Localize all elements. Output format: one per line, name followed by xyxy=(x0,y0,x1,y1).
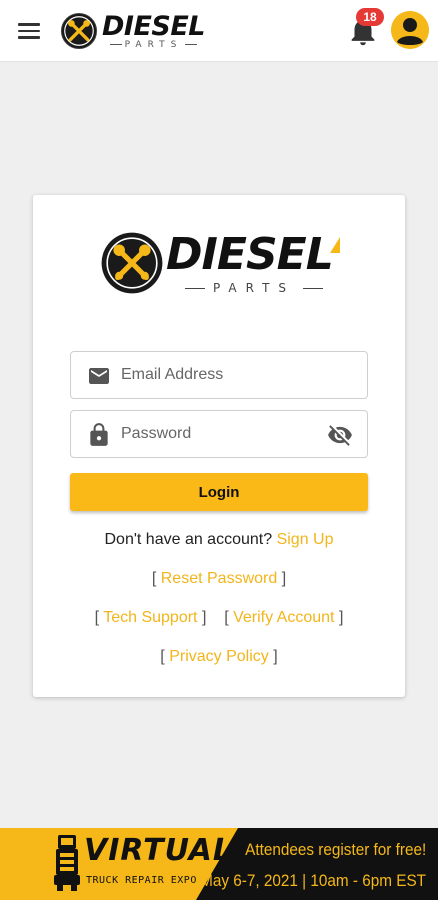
expo-banner[interactable]: VIRTUAL TRUCK REPAIR EXPO Attendees regi… xyxy=(0,828,438,900)
privacy-policy-link[interactable]: Privacy Policy xyxy=(169,648,269,665)
login-card: DIESEL PARTS Login Don't have an account… xyxy=(33,195,405,697)
banner-title: VIRTUAL xyxy=(84,833,233,868)
account-icon[interactable] xyxy=(391,11,429,49)
diesel-logo-icon xyxy=(60,12,98,50)
login-logo: DIESEL PARTS xyxy=(100,231,340,295)
reset-password-link[interactable]: Reset Password xyxy=(161,570,278,587)
header-logo[interactable]: DIESEL PARTS xyxy=(60,10,206,52)
password-field[interactable] xyxy=(70,410,368,458)
header-logo-sub: PARTS xyxy=(124,39,183,50)
truck-icon xyxy=(54,835,80,891)
reset-password-row: [ Reset Password ] xyxy=(151,570,287,587)
notifications-button[interactable]: 18 xyxy=(346,8,384,48)
banner-line-2: May 6-7, 2021 | 10am - 6pm EST xyxy=(200,871,426,890)
email-icon xyxy=(89,368,109,384)
sign-up-link[interactable]: Sign Up xyxy=(277,531,334,548)
diesel-logo-icon xyxy=(101,232,163,294)
email-input[interactable] xyxy=(121,352,331,398)
verify-account-link[interactable]: Verify Account xyxy=(233,609,334,626)
tech-support-link[interactable]: Tech Support xyxy=(103,609,197,626)
support-row: [ Tech Support ] [ Verify Account ] xyxy=(94,609,344,626)
no-account-text: Don't have an account? xyxy=(104,531,273,548)
app-header: DIESEL PARTS 18 xyxy=(0,0,438,62)
email-field[interactable] xyxy=(70,351,368,399)
lock-icon xyxy=(90,423,108,446)
header-logo-text: DIESEL PARTS xyxy=(102,10,206,50)
banner-subtitle: TRUCK REPAIR EXPO xyxy=(86,875,197,886)
banner-line-1: Attendees register for free! xyxy=(244,840,426,859)
login-logo-sub: PARTS xyxy=(212,281,296,295)
privacy-row: [ Privacy Policy ] xyxy=(160,648,278,665)
password-input[interactable] xyxy=(121,411,331,457)
notification-badge: 18 xyxy=(356,8,384,26)
signup-row: Don't have an account? Sign Up xyxy=(33,531,405,549)
login-button[interactable]: Login xyxy=(70,473,368,511)
login-logo-word: DIESEL xyxy=(166,229,334,280)
menu-icon[interactable] xyxy=(18,19,44,43)
header-logo-word: DIESEL xyxy=(102,10,206,42)
visibility-off-icon[interactable] xyxy=(325,422,355,448)
